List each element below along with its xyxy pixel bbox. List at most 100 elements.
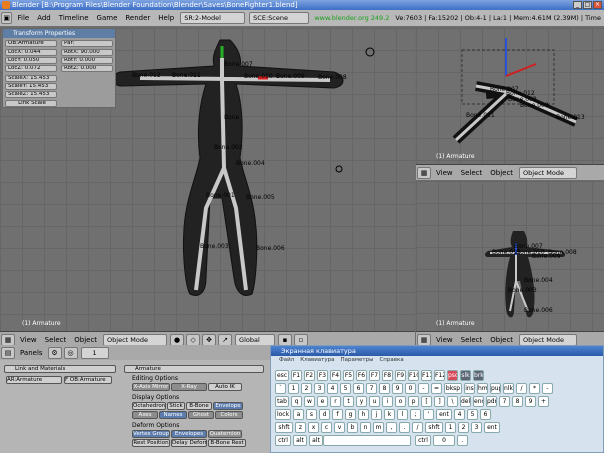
names-button[interactable]: Names [159,411,187,419]
pivot-icon[interactable]: ◇ [186,333,201,346]
key-4-10[interactable]: / [412,422,423,433]
translate-icon[interactable]: ↗ [218,333,233,346]
rot-y-field[interactable]: RotY: 0.000 [61,57,113,64]
rest-position-button[interactable]: Rest Position [132,439,170,447]
key-0-11[interactable]: F11 [421,370,432,381]
key-1-0[interactable]: ` [275,383,286,394]
key-3-0[interactable]: lock [275,409,291,420]
menu-select[interactable]: Select [457,336,487,344]
menu-file[interactable]: File [13,14,33,22]
loc-z-field[interactable]: LocZ: 0.072 [5,65,57,72]
key-1-14[interactable]: ins [464,383,475,394]
key-5-3[interactable]: ctrl [415,435,431,446]
maximize-button[interactable]: □ [583,1,592,9]
key-2-8[interactable]: i [382,396,393,407]
menu-render[interactable]: Render [121,14,154,22]
rot-x-field[interactable]: RotX: 90.000 [61,49,113,56]
mode-selector[interactable]: Object Mode [103,333,168,346]
window-type-icon[interactable]: ▣ [1,12,13,24]
menu-select[interactable]: Select [457,169,487,177]
menu-object[interactable]: Object [486,169,517,177]
menu-help[interactable]: Help [154,14,178,22]
key-2-14[interactable]: del [460,396,471,407]
window-type-icon[interactable]: ▦ [417,333,431,346]
key-0-8[interactable]: F8 [382,370,393,381]
key-2-2[interactable]: w [304,396,315,407]
layer-icon[interactable]: ▪ [278,333,293,346]
key-2-19[interactable]: 9 [525,396,536,407]
key-2-11[interactable]: [ [421,396,432,407]
key-0-10[interactable]: F10 [408,370,419,381]
x-ray-button[interactable]: X-Ray [171,383,207,391]
keyboard-menu-file[interactable]: Файл [279,356,294,365]
key-2-12[interactable]: ] [434,396,445,407]
key-3-5[interactable]: g [345,409,356,420]
screen-selector[interactable]: SR:2-Model [180,12,246,24]
key-2-16[interactable]: pdn [486,396,497,407]
menu-object[interactable]: Object [70,336,101,344]
key-0-7[interactable]: F7 [369,370,380,381]
key-1-20[interactable]: - [542,383,553,394]
window-type-icon[interactable]: ▦ [417,166,431,179]
scale-y-field[interactable]: ScaleY: 15.453 [5,83,57,90]
key-2-17[interactable]: 7 [499,396,510,407]
key-5-1[interactable]: alt [293,435,307,446]
key-5-2[interactable]: alt [309,435,323,446]
mode-selector[interactable]: Object Mode [519,166,578,179]
x-axis-mirror-button[interactable]: X-Axis Mirror [132,383,170,391]
orientation-selector[interactable]: Global [235,333,276,346]
loc-x-field[interactable]: LocX: 0.044 [5,49,57,56]
key-5-5[interactable]: . [457,435,468,446]
key-2-15[interactable]: end [473,396,484,407]
key-2-7[interactable]: u [369,396,380,407]
menu-game[interactable]: Game [93,14,122,22]
loc-y-field[interactable]: LocY: 0.050 [5,57,57,64]
auto-ik-button[interactable]: Auto IK [208,383,242,391]
b-bone-button[interactable]: B-Bone [186,402,212,410]
key-2-10[interactable]: p [408,396,419,407]
key-0-15[interactable]: brk [473,370,484,381]
key-4-5[interactable]: b [347,422,358,433]
key-4-13[interactable]: 2 [458,422,469,433]
key-4-4[interactable]: v [334,422,345,433]
key-4-14[interactable]: 3 [471,422,482,433]
key-0-13[interactable]: psc [447,370,458,381]
key-3-15[interactable]: 6 [480,409,491,420]
key-5-0[interactable]: ctrl [275,435,291,446]
key-4-7[interactable]: m [373,422,384,433]
key-1-11[interactable]: - [418,383,429,394]
front-viewport[interactable]: Bone.007 Bone.012 Bone.010 Bone.008 Bone… [416,181,604,331]
menu-timeline[interactable]: Timeline [55,14,93,22]
armature-name-field[interactable]: AR:Armature [6,376,62,384]
menu-view[interactable]: View [16,336,41,344]
object-name-field[interactable]: OB:Armature [5,40,57,47]
key-3-7[interactable]: j [371,409,382,420]
minimize-button[interactable]: _ [573,1,582,9]
key-1-5[interactable]: 5 [340,383,351,394]
key-5-4[interactable]: 0 [433,435,455,446]
envelope-button[interactable]: Envelope [213,402,243,410]
scale-z-field[interactable]: ScaleZ: 15.453 [5,91,57,98]
key-1-16[interactable]: pup [490,383,501,394]
key-4-2[interactable]: x [308,422,319,433]
key-3-12[interactable]: ent [436,409,452,420]
key-4-11[interactable]: shft [425,422,443,433]
draw-type-icon[interactable]: ● [170,333,185,346]
key-3-4[interactable]: f [332,409,343,420]
key-3-11[interactable]: ' [423,409,434,420]
key-1-8[interactable]: 8 [379,383,390,394]
b-bone-rest-button[interactable]: B-Bone Rest [208,439,246,447]
rot-z-field[interactable]: RotZ: 0.000 [61,65,113,72]
key-1-9[interactable]: 9 [392,383,403,394]
scale-x-field[interactable]: ScaleX: 15.453 [5,75,57,82]
key-0-4[interactable]: F4 [330,370,341,381]
key-1-19[interactable]: * [529,383,540,394]
key-1-10[interactable]: 0 [405,383,416,394]
key-3-1[interactable]: a [293,409,304,420]
key-4-12[interactable]: 1 [445,422,456,433]
vertex-groups-button[interactable]: Vertex Groups [132,430,170,438]
key-4-9[interactable]: . [399,422,410,433]
key-0-2[interactable]: F2 [304,370,315,381]
key-3-3[interactable]: d [319,409,330,420]
key-1-1[interactable]: 1 [288,383,299,394]
